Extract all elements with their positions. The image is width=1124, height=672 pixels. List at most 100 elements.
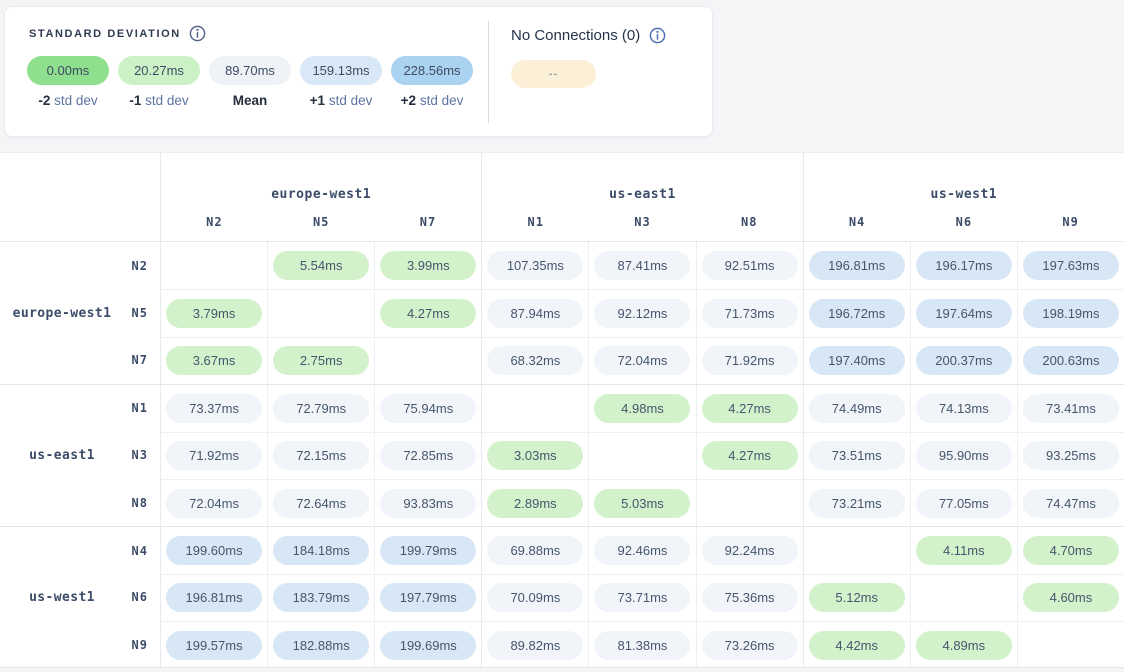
latency-pill[interactable]: 5.12ms xyxy=(809,583,905,612)
latency-pill[interactable]: 4.27ms xyxy=(702,441,798,470)
latency-pill[interactable]: 196.81ms xyxy=(166,583,262,612)
latency-pill[interactable]: 3.99ms xyxy=(380,251,476,280)
latency-pill[interactable]: 73.21ms xyxy=(809,489,905,518)
latency-pill[interactable]: 199.79ms xyxy=(380,536,476,565)
latency-pill[interactable]: 196.81ms xyxy=(809,251,905,280)
latency-pill[interactable]: 73.51ms xyxy=(809,441,905,470)
matrix-cell: 74.49ms xyxy=(803,384,910,431)
latency-pill[interactable]: 77.05ms xyxy=(916,489,1012,518)
latency-pill[interactable]: 75.36ms xyxy=(702,583,798,612)
latency-pill[interactable]: 183.79ms xyxy=(273,583,369,612)
card-divider xyxy=(488,21,489,123)
latency-pill[interactable]: 70.09ms xyxy=(487,583,583,612)
latency-pill[interactable]: 93.83ms xyxy=(380,489,476,518)
matrix-cell xyxy=(160,242,267,289)
latency-pill[interactable]: 72.04ms xyxy=(166,489,262,518)
matrix-cell: 4.70ms xyxy=(1017,526,1124,573)
legend-label-minus2: -2 std dev xyxy=(27,93,109,108)
latency-pill[interactable]: 81.38ms xyxy=(594,631,690,660)
matrix-cell: 89.82ms xyxy=(481,621,588,668)
info-icon[interactable] xyxy=(189,25,206,42)
latency-pill[interactable]: 69.88ms xyxy=(487,536,583,565)
latency-pill[interactable]: 200.63ms xyxy=(1023,346,1119,375)
latency-pill[interactable]: 198.19ms xyxy=(1023,299,1119,328)
matrix-cell xyxy=(481,384,588,431)
latency-pill[interactable]: 71.73ms xyxy=(702,299,798,328)
latency-pill[interactable]: 5.54ms xyxy=(273,251,369,280)
latency-pill[interactable]: 73.41ms xyxy=(1023,394,1119,423)
latency-pill[interactable]: 199.69ms xyxy=(380,631,476,660)
latency-pill[interactable]: 184.18ms xyxy=(273,536,369,565)
info-icon[interactable] xyxy=(649,27,666,44)
latency-pill[interactable]: 4.27ms xyxy=(380,299,476,328)
latency-pill[interactable]: 74.47ms xyxy=(1023,489,1119,518)
matrix-cell: 200.37ms xyxy=(910,337,1017,384)
latency-pill[interactable]: 4.42ms xyxy=(809,631,905,660)
latency-pill[interactable]: 107.35ms xyxy=(487,251,583,280)
latency-pill[interactable]: 199.57ms xyxy=(166,631,262,660)
legend-scale: 0.00ms 20.27ms 89.70ms 159.13ms 228.56ms xyxy=(27,56,473,85)
latency-pill[interactable]: 75.94ms xyxy=(380,394,476,423)
latency-pill[interactable]: 197.64ms xyxy=(916,299,1012,328)
latency-pill[interactable]: 200.37ms xyxy=(916,346,1012,375)
latency-pill[interactable]: 92.24ms xyxy=(702,536,798,565)
column-node-label: N8 xyxy=(696,215,803,229)
latency-pill[interactable]: 196.17ms xyxy=(916,251,1012,280)
matrix-cell: 72.04ms xyxy=(160,479,267,526)
latency-pill[interactable]: 71.92ms xyxy=(702,346,798,375)
latency-pill[interactable]: 87.94ms xyxy=(487,299,583,328)
matrix-cell: 5.03ms xyxy=(588,479,695,526)
latency-pill[interactable]: 182.88ms xyxy=(273,631,369,660)
latency-pill[interactable]: 3.67ms xyxy=(166,346,262,375)
matrix-cell: 196.81ms xyxy=(160,574,267,621)
latency-pill[interactable]: 2.75ms xyxy=(273,346,369,375)
legend-pill-mean: 89.70ms xyxy=(209,56,291,85)
latency-pill[interactable]: 92.12ms xyxy=(594,299,690,328)
matrix-cell: 4.60ms xyxy=(1017,574,1124,621)
latency-pill[interactable]: 73.26ms xyxy=(702,631,798,660)
column-region-label: us-east1 xyxy=(482,187,802,202)
latency-pill[interactable]: 197.40ms xyxy=(809,346,905,375)
latency-pill[interactable]: 72.79ms xyxy=(273,394,369,423)
latency-pill[interactable]: 3.79ms xyxy=(166,299,262,328)
latency-pill[interactable]: 72.15ms xyxy=(273,441,369,470)
latency-pill[interactable]: 72.85ms xyxy=(380,441,476,470)
latency-pill[interactable]: 68.32ms xyxy=(487,346,583,375)
latency-pill[interactable]: 4.89ms xyxy=(916,631,1012,660)
matrix-cell: 199.57ms xyxy=(160,621,267,668)
latency-pill[interactable]: 74.49ms xyxy=(809,394,905,423)
matrix-cell: 2.89ms xyxy=(481,479,588,526)
matrix-cell: 92.12ms xyxy=(588,289,695,336)
latency-pill[interactable]: 4.60ms xyxy=(1023,583,1119,612)
latency-pill[interactable]: 73.71ms xyxy=(594,583,690,612)
latency-pill[interactable]: 199.60ms xyxy=(166,536,262,565)
latency-pill[interactable]: 72.04ms xyxy=(594,346,690,375)
row-node-label: N5 xyxy=(124,289,160,336)
latency-pill[interactable]: 4.11ms xyxy=(916,536,1012,565)
latency-pill[interactable]: 92.46ms xyxy=(594,536,690,565)
matrix-cell: 73.51ms xyxy=(803,432,910,479)
matrix-cell: 81.38ms xyxy=(588,621,695,668)
latency-pill[interactable]: 4.27ms xyxy=(702,394,798,423)
latency-pill[interactable]: 4.70ms xyxy=(1023,536,1119,565)
matrix-cell: 5.12ms xyxy=(803,574,910,621)
latency-pill[interactable]: 2.89ms xyxy=(487,489,583,518)
latency-pill[interactable]: 71.92ms xyxy=(166,441,262,470)
latency-pill[interactable]: 72.64ms xyxy=(273,489,369,518)
latency-pill[interactable]: 92.51ms xyxy=(702,251,798,280)
legend-label-mean: Mean xyxy=(209,93,291,108)
latency-pill[interactable]: 95.90ms xyxy=(916,441,1012,470)
matrix-cell: 107.35ms xyxy=(481,242,588,289)
latency-pill[interactable]: 197.79ms xyxy=(380,583,476,612)
latency-pill[interactable]: 87.41ms xyxy=(594,251,690,280)
latency-pill[interactable]: 93.25ms xyxy=(1023,441,1119,470)
matrix-cell: 93.25ms xyxy=(1017,432,1124,479)
latency-pill[interactable]: 74.13ms xyxy=(916,394,1012,423)
latency-pill[interactable]: 5.03ms xyxy=(594,489,690,518)
latency-pill[interactable]: 196.72ms xyxy=(809,299,905,328)
latency-pill[interactable]: 4.98ms xyxy=(594,394,690,423)
latency-pill[interactable]: 73.37ms xyxy=(166,394,262,423)
latency-pill[interactable]: 89.82ms xyxy=(487,631,583,660)
latency-pill[interactable]: 197.63ms xyxy=(1023,251,1119,280)
latency-pill[interactable]: 3.03ms xyxy=(487,441,583,470)
